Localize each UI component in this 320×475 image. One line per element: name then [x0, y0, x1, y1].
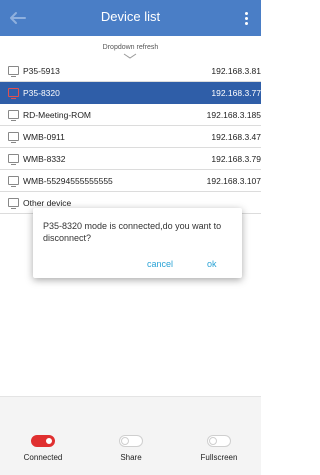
more-vert-icon[interactable] — [239, 6, 253, 30]
device-ip: 192.168.3.77 — [211, 88, 261, 98]
device-name: P35-8320 — [23, 88, 60, 98]
device-name: WMB-8332 — [23, 154, 66, 164]
ok-button[interactable]: ok — [207, 259, 217, 269]
device-ip: 192.168.3.79 — [211, 154, 261, 164]
device-row[interactable]: WMB-55294555555555 192.168.3.107 — [0, 170, 261, 192]
tab-label: Connected — [23, 453, 63, 462]
device-row[interactable]: RD-Meeting-ROM 192.168.3.185 — [0, 104, 261, 126]
tab-connected[interactable]: Connected — [8, 435, 78, 462]
device-icon — [8, 66, 19, 77]
device-icon — [8, 110, 19, 121]
device-list: P35-5913 192.168.3.81 P35-8320 192.168.3… — [0, 60, 261, 214]
cancel-button[interactable]: cancel — [147, 259, 173, 269]
device-ip: 192.168.3.107 — [206, 176, 261, 186]
device-ip: 192.168.3.47 — [211, 132, 261, 142]
tab-fullscreen[interactable]: Fullscreen — [184, 435, 254, 462]
device-name: Other device — [23, 198, 72, 208]
device-row[interactable]: WMB-0911 192.168.3.47 — [0, 126, 261, 148]
device-ip: 192.168.3.81 — [211, 66, 261, 76]
dialog-message: P35-8320 mode is connected,do you want t… — [43, 221, 222, 243]
back-arrow-icon — [10, 12, 26, 24]
back-button[interactable] — [6, 6, 30, 30]
device-ip: 192.168.3.185 — [206, 110, 261, 120]
refresh-hint: Dropdown refresh — [102, 44, 159, 51]
toggle-switch-icon[interactable] — [207, 435, 231, 447]
device-name: RD-Meeting-ROM — [23, 110, 92, 120]
device-name: P35-5913 — [23, 66, 60, 76]
page-title: Device list — [100, 9, 161, 24]
device-row[interactable]: WMB-8332 192.168.3.79 — [0, 148, 261, 170]
device-row-selected[interactable]: P35-8320 192.168.3.77 — [0, 82, 261, 104]
toggle-switch-icon[interactable] — [119, 435, 143, 447]
tab-label: Share — [120, 453, 142, 462]
bottom-toolbar: Connected Share Fullscreen — [0, 396, 261, 475]
disconnect-dialog: P35-8320 mode is connected,do you want t… — [33, 208, 242, 278]
device-icon — [8, 88, 19, 99]
device-name: WMB-0911 — [23, 132, 65, 142]
device-icon — [8, 132, 19, 143]
chevron-down-icon — [123, 53, 137, 59]
toggle-switch-icon[interactable] — [31, 435, 55, 447]
device-icon — [8, 154, 19, 165]
device-row[interactable]: P35-5913 192.168.3.81 — [0, 60, 261, 82]
title-bar: Device list — [0, 0, 261, 36]
device-icon — [8, 176, 19, 187]
tab-label: Fullscreen — [200, 453, 238, 462]
device-name: WMB-55294555555555 — [23, 176, 113, 186]
tab-share[interactable]: Share — [96, 435, 166, 462]
device-icon — [8, 198, 19, 209]
